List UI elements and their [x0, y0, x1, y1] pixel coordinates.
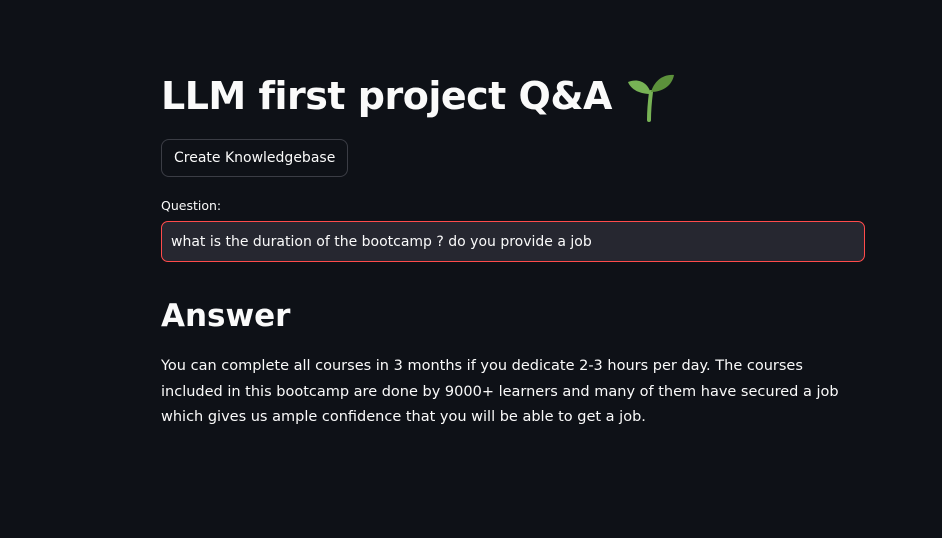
- page-title-text: LLM first project Q&A: [161, 74, 612, 118]
- answer-heading: Answer: [161, 298, 291, 334]
- page-title: LLM first project Q&A: [161, 70, 676, 122]
- question-input[interactable]: [161, 221, 865, 262]
- answer-text: You can complete all courses in 3 months…: [161, 358, 839, 425]
- question-label: Question:: [161, 198, 222, 213]
- create-knowledgebase-button[interactable]: Create Knowledgebase: [161, 139, 349, 177]
- seedling-icon: [624, 70, 676, 122]
